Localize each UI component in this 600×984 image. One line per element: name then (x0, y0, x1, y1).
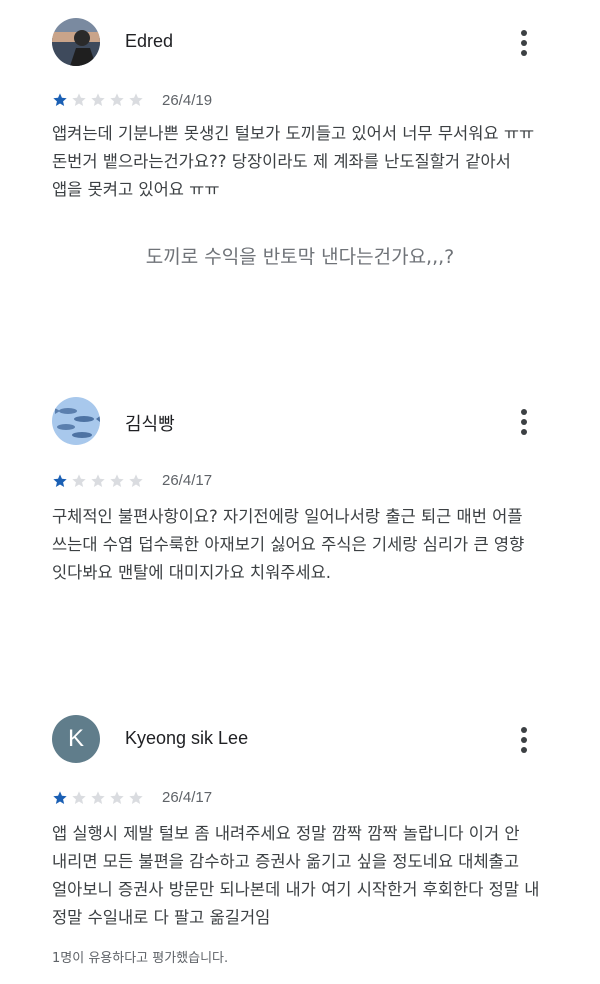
star-icon (72, 474, 86, 487)
review-text: 구체적인 불편사항이요? 자기전에랑 일어나서랑 출근 퇴근 매번 어플 쓰는대… (52, 507, 525, 582)
more-vert-icon-dot (521, 737, 527, 743)
star-icon (53, 474, 67, 487)
star-icon (53, 791, 67, 804)
more-options-button[interactable] (514, 407, 534, 437)
reviewer-name: 김식빵 (125, 414, 175, 434)
star-icon (110, 93, 124, 106)
star-icon (129, 791, 143, 804)
star-icon (72, 791, 86, 804)
helpful-count: 1명이 유용하다고 평가했습니다. (52, 951, 229, 966)
review-date: 26/4/17 (162, 472, 213, 489)
avatar[interactable] (52, 18, 100, 66)
review-date: 26/4/17 (162, 789, 213, 806)
caption-text: 도끼로 수익을 반토막 낸다는건가요,,,? (145, 246, 455, 268)
star-icon (53, 93, 67, 106)
reviewer-name: Kyeong sik Lee (125, 728, 249, 748)
avatar[interactable]: K (52, 715, 100, 763)
more-options-button[interactable] (514, 28, 534, 58)
star-icon (91, 93, 105, 106)
star-icon (110, 791, 124, 804)
avatar[interactable] (52, 397, 100, 445)
review-text: 앱 실행시 제발 털보 좀 내려주세요 정말 깜짝 깜짝 놀랍니다 이거 안 내… (52, 824, 540, 927)
star-icon (129, 474, 143, 487)
star-rating (52, 790, 144, 806)
star-icon (91, 474, 105, 487)
more-vert-icon (521, 30, 527, 36)
more-vert-icon (521, 409, 527, 415)
star-rating (52, 473, 144, 489)
star-icon (91, 791, 105, 804)
review-text: 앱켜는데 기분나쁜 못생긴 털보가 도끼들고 있어서 너무 무서워요 ㅠㅠ 돈번… (52, 124, 535, 199)
reviewer-name: Edred (125, 31, 174, 51)
star-rating (52, 92, 144, 108)
star-icon (110, 474, 124, 487)
more-options-button[interactable] (514, 725, 534, 755)
more-vert-icon-dot (521, 50, 527, 56)
more-vert-icon (521, 727, 527, 733)
more-vert-icon-dot (521, 747, 527, 753)
star-icon (129, 93, 143, 106)
review-date: 26/4/19 (162, 92, 213, 109)
more-vert-icon-dot (521, 419, 527, 425)
more-vert-icon-dot (521, 40, 527, 46)
star-icon (72, 93, 86, 106)
more-vert-icon-dot (521, 429, 527, 435)
